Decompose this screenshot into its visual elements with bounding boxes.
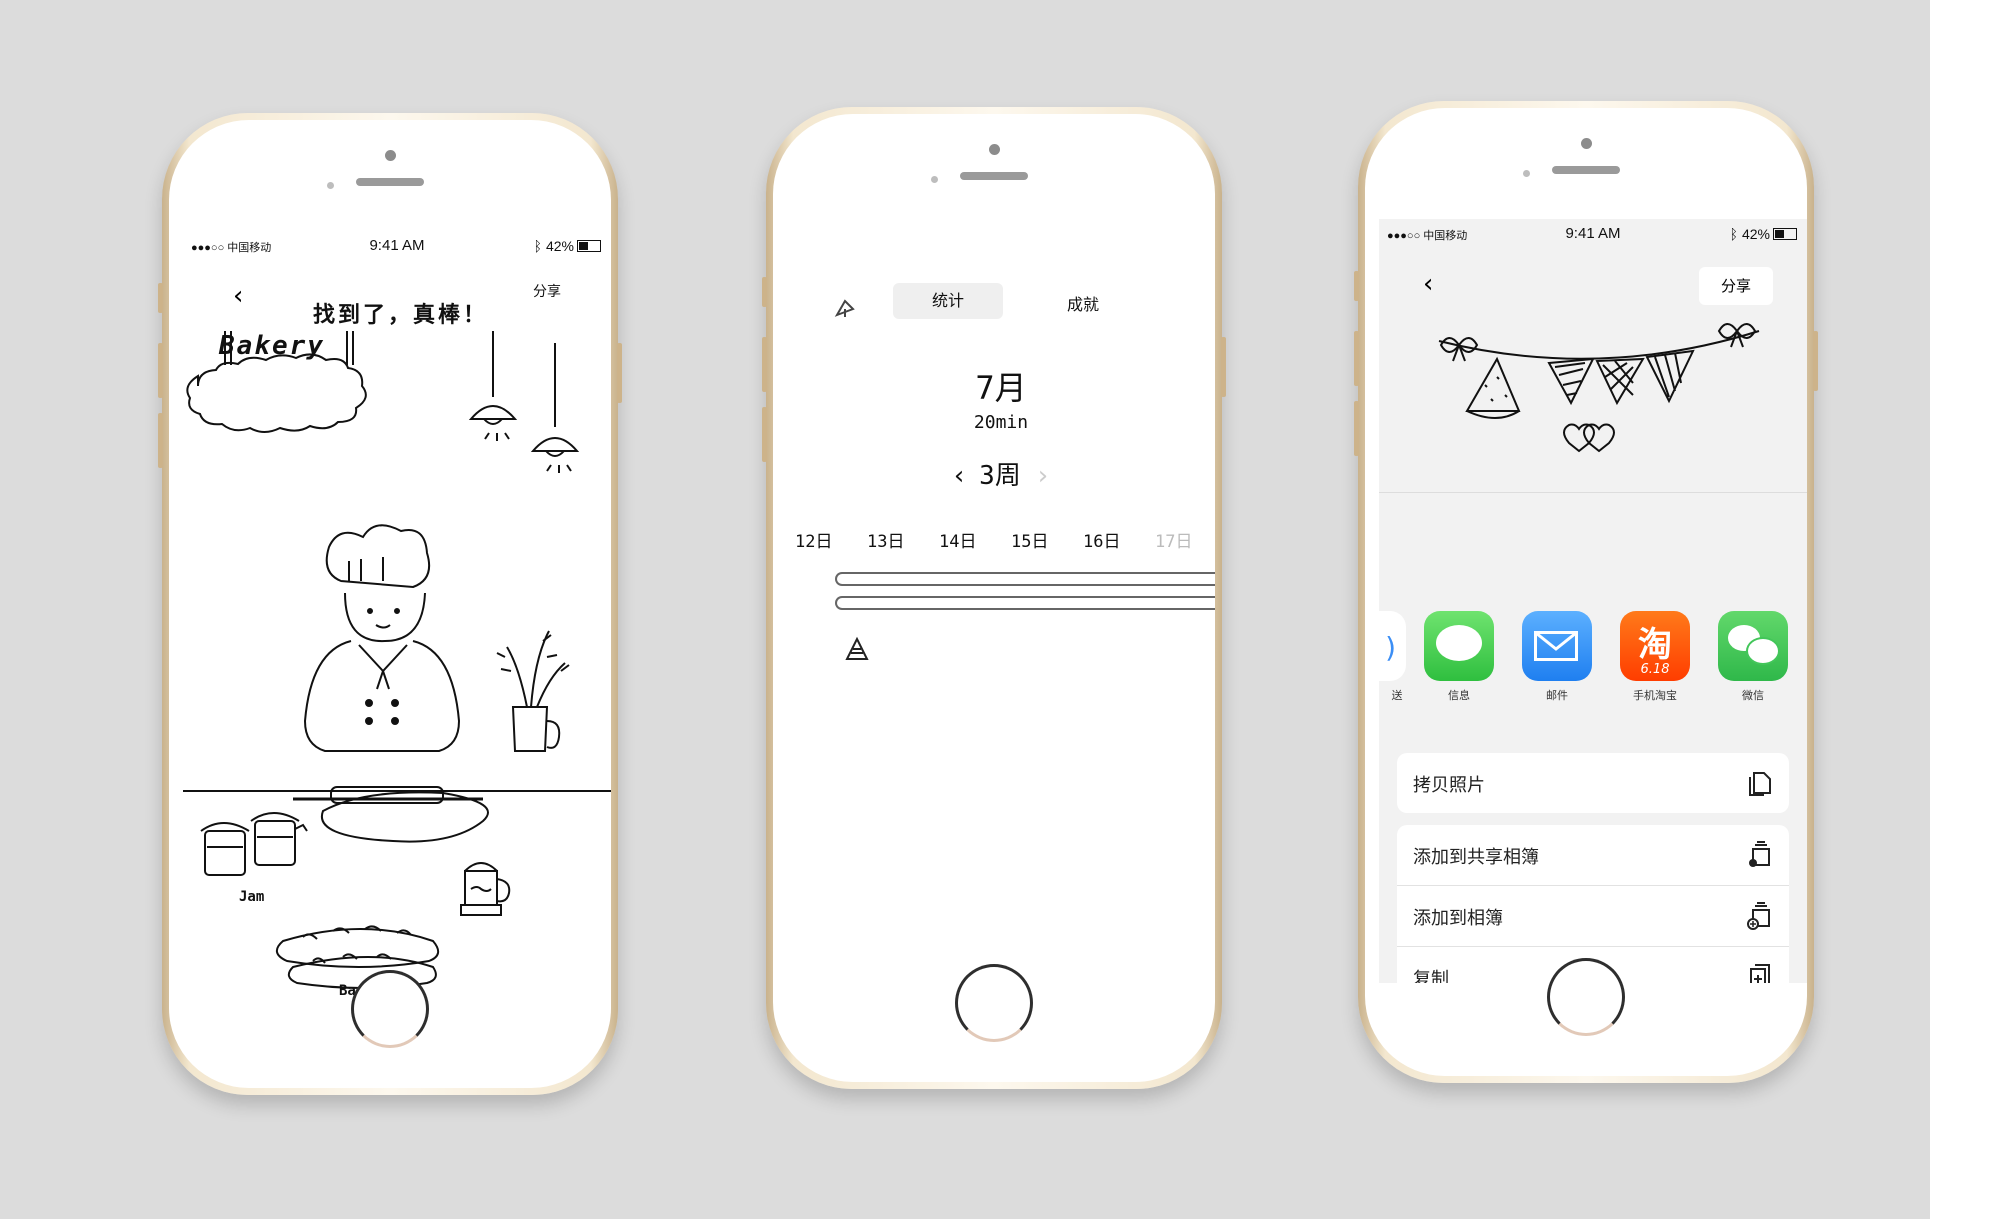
shared-album-icon xyxy=(1749,841,1770,867)
status-bar: ●●●○○ 中国移动 9:41 AM ᛒ 42% xyxy=(183,231,611,259)
jam-label: Jam xyxy=(239,889,265,905)
action-add-album[interactable]: 添加到相簿 xyxy=(1397,886,1789,947)
volume-down-button xyxy=(762,407,767,462)
app-label: 邮件 xyxy=(1546,689,1568,702)
front-camera xyxy=(1581,138,1592,149)
action-label: 拷贝照片 xyxy=(1413,775,1485,796)
volume-up-button xyxy=(158,343,163,398)
back-chevron-icon[interactable]: ‹ xyxy=(1423,269,1433,299)
phone-mockup-right: ●●●○○ 中国移动 9:41 AM ᛒ 42% ‹ 分享) 送 信息 邮件 … xyxy=(1354,101,1818,1083)
earpiece-speaker xyxy=(960,172,1028,180)
day-label[interactable]: 12日 xyxy=(795,527,832,552)
mute-switch xyxy=(1354,271,1359,301)
action-label: 复制 xyxy=(1413,969,1449,983)
screen-found-bakery: ●●●○○ 中国移动 9:41 AM ᛒ 42% ‹ 找到了，真棒！ 分享 Ba… xyxy=(183,231,611,995)
battery-icon xyxy=(1773,228,1797,240)
mute-switch xyxy=(762,277,767,307)
share-button[interactable]: 分享 xyxy=(1699,267,1773,305)
tab-achievements[interactable]: 成就 xyxy=(1067,291,1099,315)
home-button[interactable] xyxy=(1547,958,1625,1036)
volume-up-button xyxy=(762,337,767,392)
phone-mockup-middle: 统计 成就 7月 20min ‹ 3周 › 12日 13日 14日 15日 16日 … xyxy=(762,107,1226,1089)
app-messages[interactable]: 信息 xyxy=(1423,611,1495,703)
proximity-sensor xyxy=(931,176,938,183)
app-taobao[interactable]: 淘 6.18 手机淘宝 xyxy=(1619,611,1691,703)
tab-statistics[interactable]: 统计 xyxy=(893,283,1003,319)
app-mail[interactable]: 邮件 xyxy=(1521,611,1593,703)
tab-statistics-label: 统计 xyxy=(931,291,964,310)
bluetooth-icon: ᛒ xyxy=(533,238,546,254)
timeline-bar xyxy=(835,572,1215,586)
app-label: 手机淘宝 xyxy=(1633,689,1677,702)
power-button xyxy=(1813,331,1818,391)
power-button xyxy=(617,343,622,403)
volume-down-button xyxy=(1354,401,1359,456)
screen-share-sheet: ●●●○○ 中国移动 9:41 AM ᛒ 42% ‹ 分享) 送 信息 邮件 … xyxy=(1379,219,1807,983)
day-label[interactable]: 16日 xyxy=(1083,527,1120,552)
day-label[interactable]: 15日 xyxy=(1011,527,1048,552)
bluetooth-icon: ᛒ xyxy=(1729,226,1742,242)
battery-percent: 42% xyxy=(1741,226,1770,242)
copy-photo-icon xyxy=(1749,772,1771,796)
app-wechat[interactable]: 微信 xyxy=(1717,611,1789,703)
day-label[interactable]: 14日 xyxy=(939,527,976,552)
volume-down-button xyxy=(158,413,163,468)
screen-statistics: 统计 成就 7月 20min ‹ 3周 › 12日 13日 14日 15日 16日 … xyxy=(787,225,1215,989)
wechat-icon xyxy=(1718,611,1788,681)
earpiece-speaker xyxy=(1552,166,1620,174)
add-album-icon xyxy=(1747,902,1770,930)
taobao-icon: 淘 6.18 xyxy=(1620,611,1690,681)
front-camera xyxy=(989,144,1000,155)
app-label: 送 xyxy=(1391,689,1403,702)
back-chevron-icon[interactable]: ‹ xyxy=(233,281,243,311)
action-label: 添加到相簿 xyxy=(1413,908,1503,929)
party-bunting-illustration xyxy=(1438,323,1760,453)
total-duration: 20min xyxy=(973,412,1029,433)
timeline-bar xyxy=(835,596,1215,610)
action-copy-photo[interactable]: 拷贝照片 xyxy=(1397,753,1789,813)
action-add-shared-album[interactable]: 添加到共享相簿 xyxy=(1397,825,1789,886)
app-airdrop[interactable]: ) 送 xyxy=(1379,611,1407,703)
mail-icon xyxy=(1522,611,1592,681)
month-label: 7月 xyxy=(975,369,1027,407)
proximity-sensor xyxy=(327,182,334,189)
share-button[interactable]: 分享 xyxy=(533,281,561,301)
bakery-sign-text: Bakery xyxy=(219,331,325,361)
airdrop-icon: ) xyxy=(1379,611,1406,681)
day-label[interactable]: 13日 xyxy=(867,527,904,552)
prev-week-chevron-icon[interactable]: ‹ xyxy=(952,461,968,491)
week-selector: ‹ 3周 › xyxy=(787,455,1215,492)
battery-percent: 42% xyxy=(545,238,574,254)
app-label: 微信 xyxy=(1742,689,1764,702)
messages-icon xyxy=(1424,611,1494,681)
action-label: 添加到共享相簿 xyxy=(1413,847,1539,868)
front-camera xyxy=(385,150,396,161)
proximity-sensor xyxy=(1523,170,1530,177)
phone-mockup-left: ●●●○○ 中国移动 9:41 AM ᛒ 42% ‹ 找到了，真棒！ 分享 Ba… xyxy=(158,113,622,1095)
duplicate-icon xyxy=(1750,964,1770,983)
week-label: 3周 xyxy=(979,461,1021,491)
next-week-chevron-icon[interactable]: › xyxy=(1035,461,1051,491)
taobao-glyph: 淘 xyxy=(1638,625,1672,665)
app-label: 信息 xyxy=(1448,689,1470,702)
home-button[interactable] xyxy=(351,970,429,1048)
power-button xyxy=(1221,337,1226,397)
home-button[interactable] xyxy=(955,964,1033,1042)
mute-switch xyxy=(158,283,163,313)
sailboat-marker-icon xyxy=(845,636,869,660)
status-bar: ●●●○○ 中国移动 9:41 AM ᛒ 42% xyxy=(1379,219,1807,247)
boat-back-icon[interactable] xyxy=(833,297,857,321)
battery-indicator: ᛒ 42% xyxy=(534,238,601,254)
share-button-label: 分享 xyxy=(1720,277,1751,295)
day-axis: 12日 13日 14日 15日 16日 17日 xyxy=(795,527,1215,552)
battery-indicator: ᛒ 42% xyxy=(1730,226,1797,242)
battery-icon xyxy=(577,240,601,252)
earpiece-speaker xyxy=(356,178,424,186)
day-label[interactable]: 17日 xyxy=(1155,527,1192,552)
volume-up-button xyxy=(1354,331,1359,386)
taobao-promo: 6.18 xyxy=(1640,662,1670,677)
